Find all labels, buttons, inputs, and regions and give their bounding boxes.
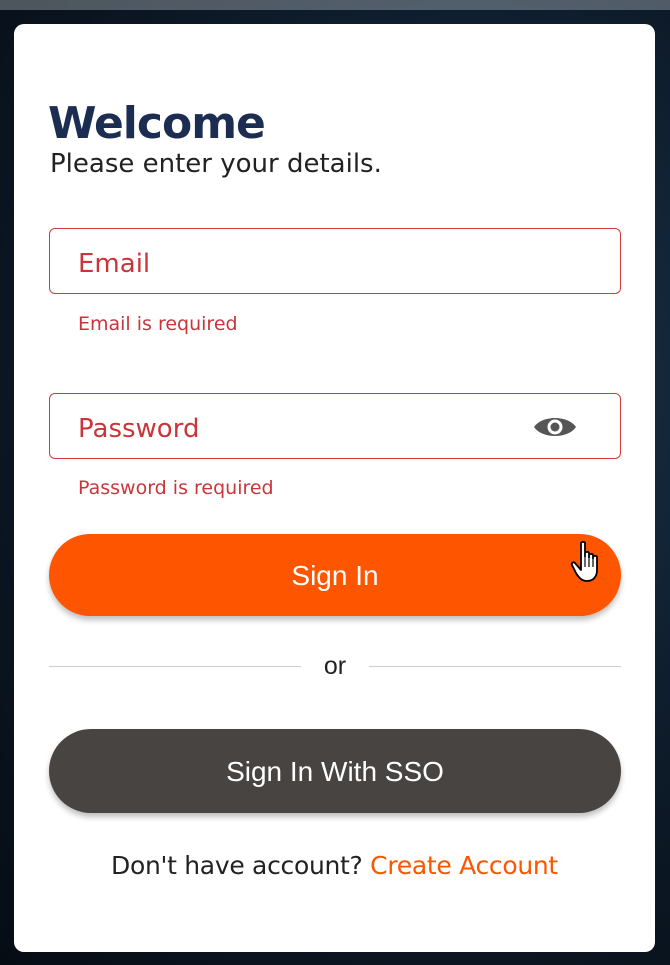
eye-icon[interactable] bbox=[532, 412, 578, 442]
divider-label: or bbox=[323, 652, 347, 680]
background-strip bbox=[0, 0, 670, 10]
email-input[interactable] bbox=[78, 241, 538, 287]
create-account-link[interactable]: Create Account bbox=[370, 851, 558, 880]
or-divider: or bbox=[49, 650, 621, 682]
divider-line-right bbox=[369, 666, 621, 667]
signup-question: Don't have account? bbox=[111, 851, 363, 880]
email-field-container bbox=[49, 228, 621, 294]
sign-in-button[interactable]: Sign In bbox=[49, 534, 621, 616]
divider-line-left bbox=[49, 666, 301, 667]
page-title: Welcome bbox=[48, 98, 266, 149]
password-error-message: Password is required bbox=[78, 477, 274, 499]
signup-prompt: Don't have account? Create Account bbox=[14, 849, 655, 883]
login-card: Welcome Please enter your details. Email… bbox=[14, 24, 655, 952]
email-error-message: Email is required bbox=[78, 313, 238, 335]
page-subtitle: Please enter your details. bbox=[50, 149, 382, 179]
sign-in-sso-button[interactable]: Sign In With SSO bbox=[49, 729, 621, 813]
password-input[interactable] bbox=[78, 406, 538, 452]
password-field-container bbox=[49, 393, 621, 459]
